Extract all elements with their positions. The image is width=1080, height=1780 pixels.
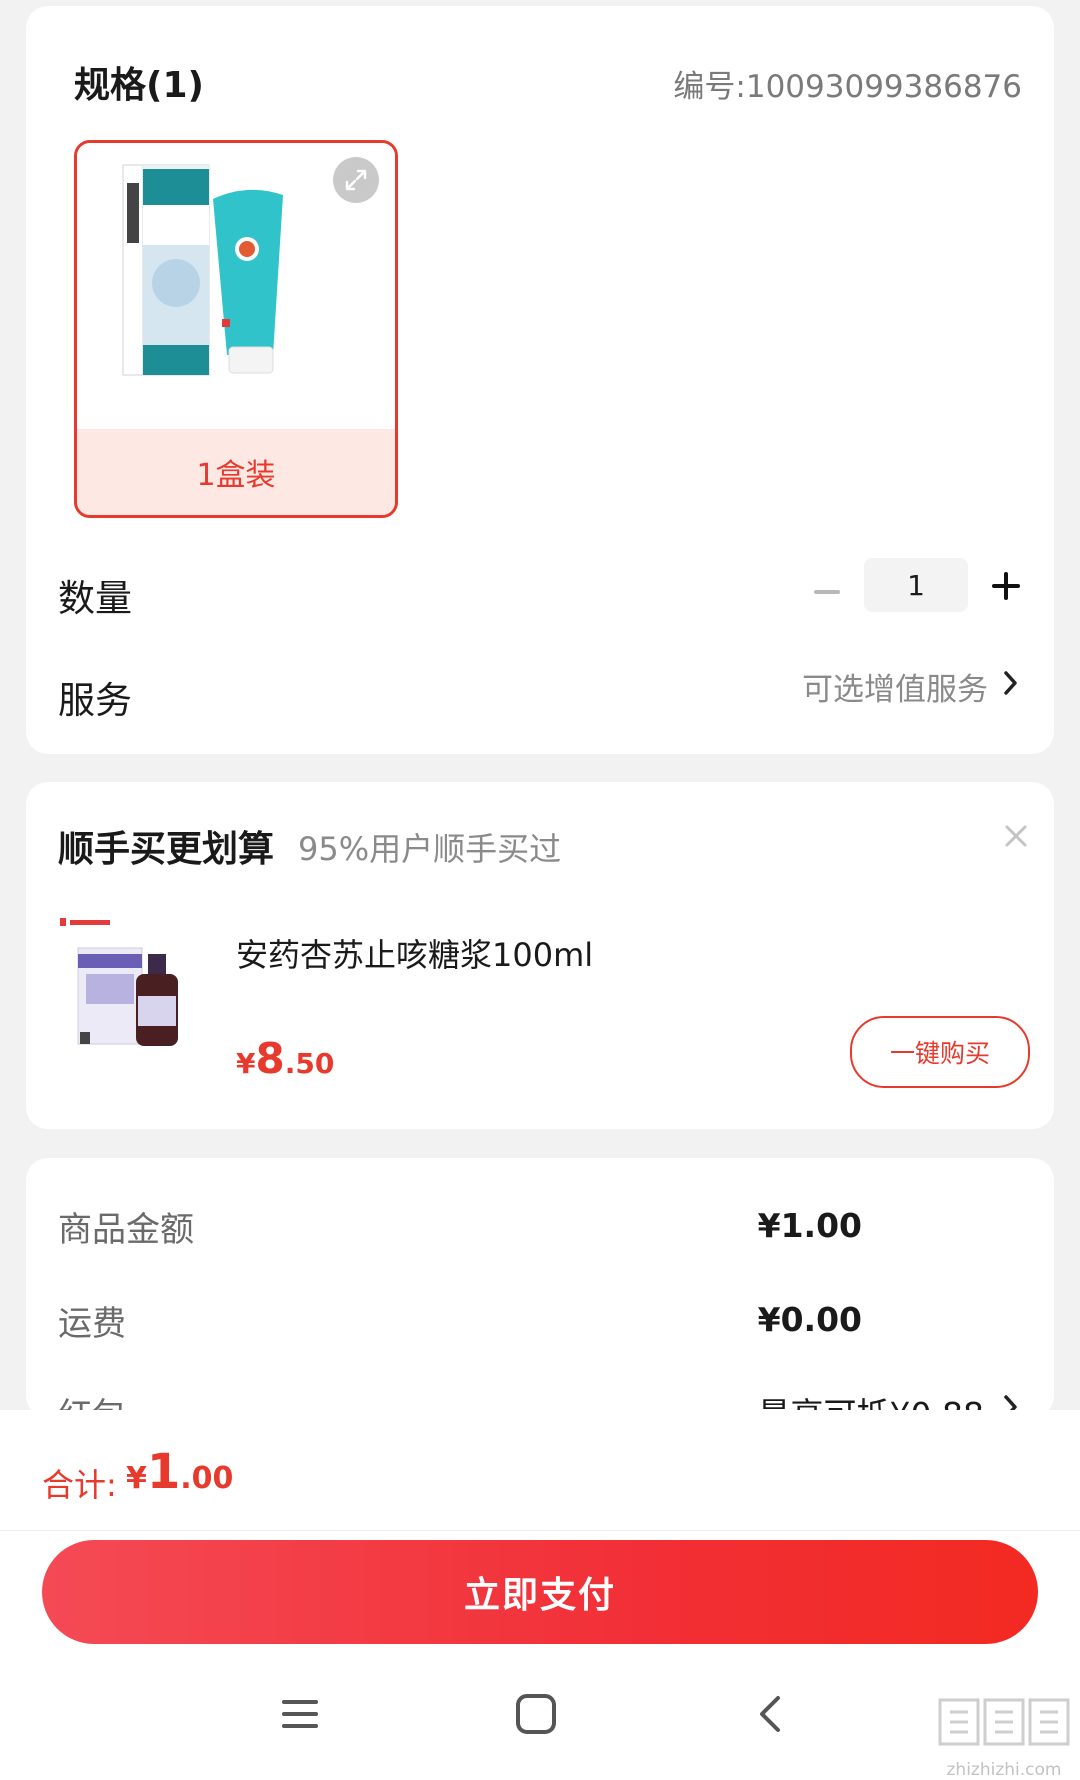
- sku-label-area: 1盒装: [77, 429, 395, 515]
- quantity-decrease-button[interactable]: [812, 574, 842, 610]
- back-icon[interactable]: [742, 1684, 802, 1744]
- summary-value-shipping: ¥0.00: [757, 1300, 862, 1339]
- order-summary-card: 商品金额 ¥1.00 运费 ¥0.00 红包 最高可抵¥0.88: [26, 1158, 1054, 1418]
- summary-value-goods: ¥1.00: [757, 1206, 862, 1245]
- spec-title: 规格(1): [74, 65, 204, 106]
- total-label: 合计:: [42, 1466, 117, 1504]
- expand-image-button[interactable]: [333, 157, 379, 203]
- plus-icon: [992, 572, 1020, 600]
- price-integer: 8: [255, 1034, 285, 1083]
- sku-label: 1盒装: [196, 458, 276, 493]
- quantity-label: 数量: [58, 577, 132, 620]
- minus-icon: [814, 590, 840, 594]
- upsell-subtitle: 95%用户顺手买过: [298, 830, 562, 868]
- total-integer: 1: [146, 1444, 181, 1500]
- close-icon[interactable]: [1002, 822, 1030, 850]
- product-code: 编号:10093099386876: [673, 69, 1022, 105]
- upsell-title: 顺手买更划算: [58, 829, 275, 870]
- quantity-increase-button[interactable]: [988, 568, 1024, 604]
- menu-icon[interactable]: [270, 1684, 330, 1744]
- summary-label-shipping: 运费: [58, 1304, 126, 1344]
- upsell-product-name[interactable]: 安药杏苏止咳糖浆100ml: [236, 930, 593, 976]
- price-currency: ¥: [236, 1047, 256, 1080]
- spec-card: 规格(1) 编号:10093099386876 1盒装 数量 1 服务 可选增值…: [26, 6, 1054, 754]
- total-decimal: .00: [180, 1461, 234, 1496]
- home-icon[interactable]: [506, 1684, 566, 1744]
- watermark-logo: zhizhizhi.com: [934, 1692, 1074, 1780]
- divider: [0, 1530, 1080, 1531]
- pay-now-button[interactable]: 立即支付: [42, 1540, 1038, 1644]
- price-decimal: .50: [284, 1047, 335, 1080]
- service-hint[interactable]: 可选增值服务: [802, 664, 988, 709]
- summary-label-goods: 商品金额: [58, 1210, 194, 1250]
- service-label: 服务: [58, 679, 132, 722]
- chevron-right-icon[interactable]: [998, 666, 1022, 700]
- upsell-price: ¥8.50: [236, 1034, 334, 1083]
- watermark-text: zhizhizhi.com: [946, 1760, 1062, 1780]
- one-click-buy-button[interactable]: 一键购买: [850, 1016, 1030, 1088]
- total-price: ¥1.00: [126, 1444, 233, 1500]
- quantity-input[interactable]: 1: [864, 558, 968, 612]
- upsell-product-image[interactable]: [56, 914, 198, 1066]
- sku-option-selected[interactable]: 1盒装: [74, 140, 398, 518]
- total-currency: ¥: [126, 1461, 147, 1496]
- expand-icon: [345, 169, 367, 191]
- checkout-bar: 合计: ¥1.00 立即支付 zhizhizhi.com: [0, 1410, 1080, 1780]
- upsell-card: 顺手买更划算 95%用户顺手买过 安药杏苏止咳糖浆100ml ¥8.50 一键购…: [26, 782, 1054, 1129]
